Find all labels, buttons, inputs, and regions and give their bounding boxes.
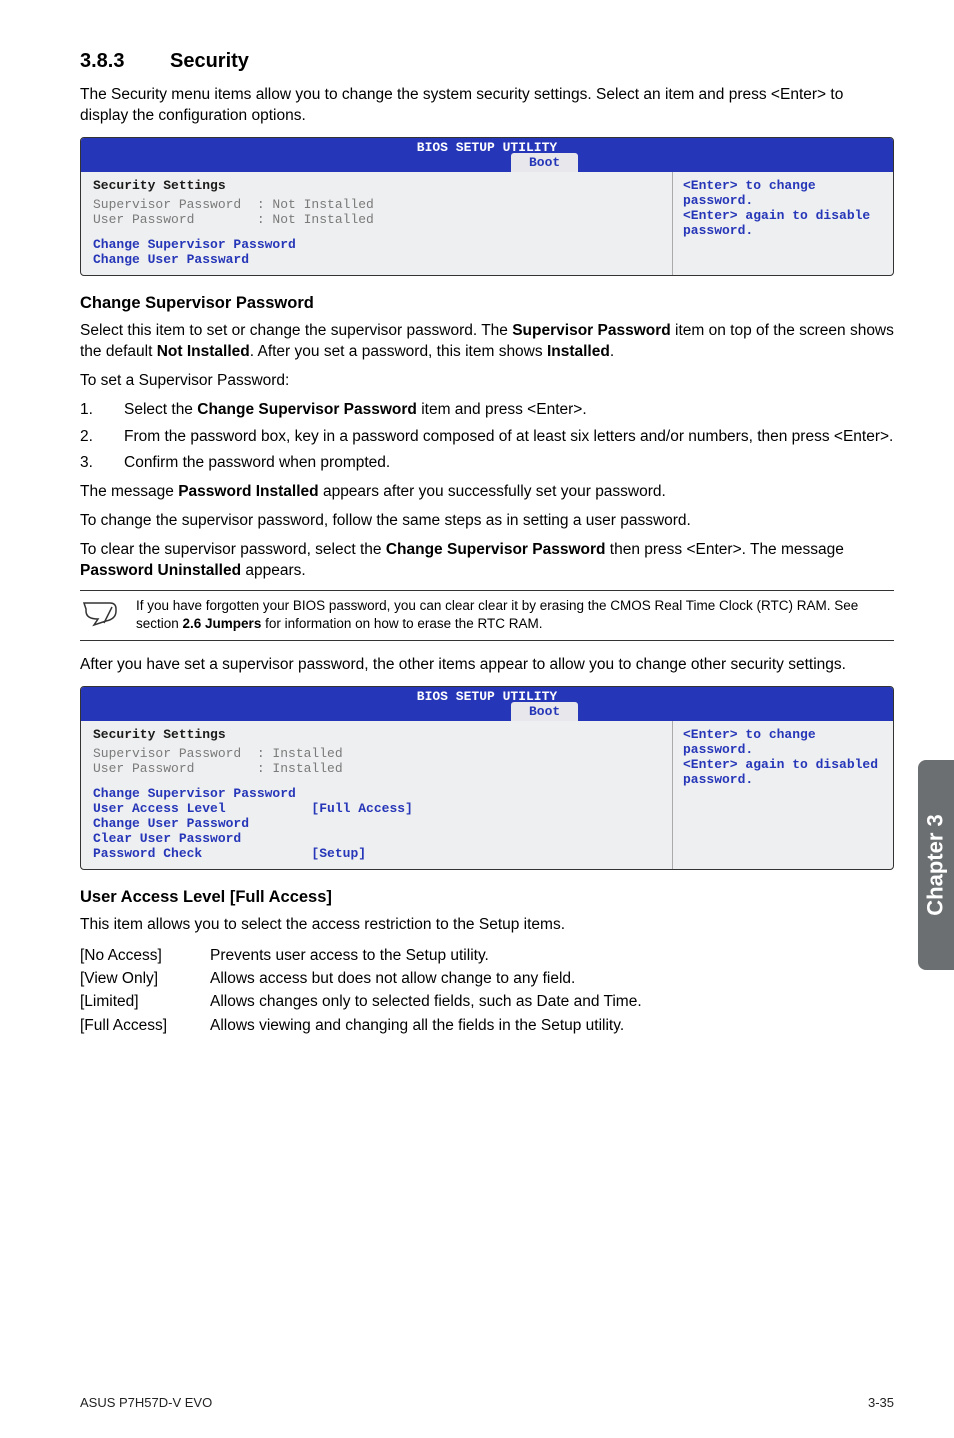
bios-header: BIOS SETUP UTILITY Boot <box>81 687 893 721</box>
note-icon <box>80 597 136 634</box>
after-note-paragraph: After you have set a supervisor password… <box>80 655 894 676</box>
ual-options-table: [No Access] Prevents user access to the … <box>80 944 894 1037</box>
subheading-csp: Change Supervisor Password <box>80 294 894 313</box>
bios-section-title: Security Settings <box>93 727 660 742</box>
bios-help-panel: <Enter> to change password. <Enter> agai… <box>673 172 893 275</box>
bios-left-panel: Security Settings Supervisor Password : … <box>81 172 673 275</box>
ual-intro-paragraph: This item allows you to select the acces… <box>80 915 894 936</box>
option-key: [Limited] <box>80 990 210 1013</box>
bios-row: User Password : Not Installed <box>93 212 660 227</box>
table-row: [No Access] Prevents user access to the … <box>80 944 894 967</box>
option-value: Allows changes only to selected fields, … <box>210 990 894 1013</box>
option-value: Allows access but does not allow change … <box>210 967 894 990</box>
table-row: [View Only] Allows access but does not a… <box>80 967 894 990</box>
step-body: Confirm the password when prompted. <box>124 453 894 474</box>
bios-action: Change Supervisor Password <box>93 786 660 801</box>
bios-header: BIOS SETUP UTILITY Boot <box>81 138 893 172</box>
step-number: 2. <box>80 427 124 448</box>
note-box: If you have forgotten your BIOS password… <box>80 590 894 641</box>
bios-row: Supervisor Password : Installed <box>93 746 660 761</box>
list-item: 2. From the password box, key in a passw… <box>80 427 894 448</box>
csp-msg-paragraph: The message Password Installed appears a… <box>80 482 894 503</box>
bios-action: Change User Passward <box>93 252 660 267</box>
section-number: 3.8.3 <box>80 50 170 73</box>
bios-row: User Password : Installed <box>93 761 660 776</box>
bios-tab-boot: Boot <box>511 153 578 172</box>
footer-left: ASUS P7H57D-V EVO <box>80 1395 212 1410</box>
bios-row: Supervisor Password : Not Installed <box>93 197 660 212</box>
section-heading: 3.8.3Security <box>80 50 894 73</box>
bios-action: User Access Level [Full Access] <box>93 801 660 816</box>
step-body: From the password box, key in a password… <box>124 427 894 448</box>
csp-clear-paragraph: To clear the supervisor password, select… <box>80 540 894 582</box>
bios-help-text: <Enter> to change password. <Enter> agai… <box>683 178 883 238</box>
chapter-side-tab: Chapter 3 <box>918 760 954 970</box>
bios-action: Password Check [Setup] <box>93 846 660 861</box>
csp-set-intro: To set a Supervisor Password: <box>80 371 894 392</box>
bios-screenshot-1: BIOS SETUP UTILITY Boot Security Setting… <box>80 137 894 276</box>
page-footer: ASUS P7H57D-V EVO 3-35 <box>80 1395 894 1410</box>
csp-paragraph-1: Select this item to set or change the su… <box>80 321 894 363</box>
section-title: Security <box>170 50 249 72</box>
list-item: 3. Confirm the password when prompted. <box>80 453 894 474</box>
intro-paragraph: The Security menu items allow you to cha… <box>80 85 894 127</box>
bios-utility-title: BIOS SETUP UTILITY <box>81 140 893 155</box>
bios-action: Change User Password <box>93 816 660 831</box>
step-number: 3. <box>80 453 124 474</box>
list-item: 1. Select the Change Supervisor Password… <box>80 400 894 421</box>
bios-section-title: Security Settings <box>93 178 660 193</box>
bios-tab-boot: Boot <box>511 702 578 721</box>
option-value: Allows viewing and changing all the fiel… <box>210 1014 894 1037</box>
subheading-ual: User Access Level [Full Access] <box>80 888 894 907</box>
csp-change-paragraph: To change the supervisor password, follo… <box>80 511 894 532</box>
bios-action: Change Supervisor Password <box>93 237 660 252</box>
table-row: [Full Access] Allows viewing and changin… <box>80 1014 894 1037</box>
option-key: [Full Access] <box>80 1014 210 1037</box>
option-key: [View Only] <box>80 967 210 990</box>
option-key: [No Access] <box>80 944 210 967</box>
table-row: [Limited] Allows changes only to selecte… <box>80 990 894 1013</box>
step-body: Select the Change Supervisor Password it… <box>124 400 894 421</box>
chapter-side-label: Chapter 3 <box>923 814 949 915</box>
footer-right: 3-35 <box>868 1395 894 1410</box>
bios-left-panel: Security Settings Supervisor Password : … <box>81 721 673 869</box>
csp-steps-list: 1. Select the Change Supervisor Password… <box>80 400 894 475</box>
bios-help-text: <Enter> to change password. <Enter> agai… <box>683 727 883 787</box>
bios-help-panel: <Enter> to change password. <Enter> agai… <box>673 721 893 869</box>
bios-screenshot-2: BIOS SETUP UTILITY Boot Security Setting… <box>80 686 894 870</box>
step-number: 1. <box>80 400 124 421</box>
note-text: If you have forgotten your BIOS password… <box>136 597 894 634</box>
bios-utility-title: BIOS SETUP UTILITY <box>81 689 893 704</box>
bios-action: Clear User Password <box>93 831 660 846</box>
option-value: Prevents user access to the Setup utilit… <box>210 944 894 967</box>
